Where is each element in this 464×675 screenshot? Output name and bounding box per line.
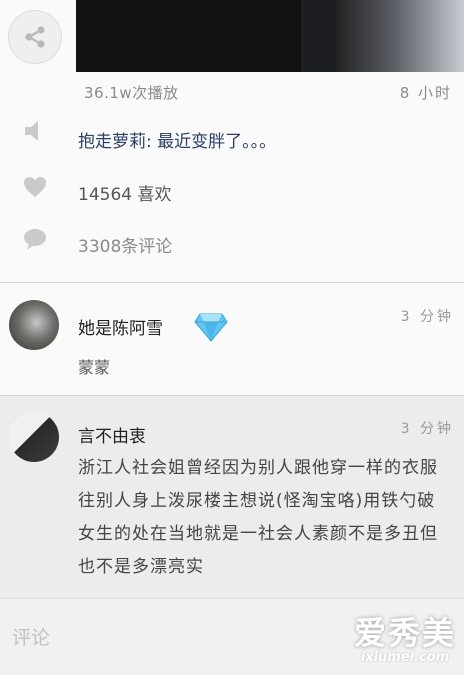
comment-input[interactable] bbox=[10, 619, 314, 657]
watermark-url: ixiumei.com bbox=[360, 650, 450, 665]
likes-count[interactable]: 14564 喜欢 bbox=[78, 180, 171, 205]
comment-time: 3 分钟 bbox=[400, 421, 454, 437]
avatar[interactable] bbox=[9, 300, 59, 350]
comment-bubble-icon[interactable] bbox=[22, 226, 48, 252]
post-time: 8 小时 bbox=[399, 84, 452, 102]
share-icon bbox=[25, 26, 45, 48]
comment-author[interactable]: 她是陈阿雪 bbox=[78, 314, 163, 339]
video-thumbnail[interactable] bbox=[76, 0, 464, 72]
avatar[interactable] bbox=[9, 412, 59, 462]
diamond-icon bbox=[194, 312, 228, 342]
comments-count[interactable]: 3308条评论 bbox=[78, 232, 172, 257]
heart-icon[interactable] bbox=[22, 174, 48, 200]
comment-text: 浙江人社会姐曾经因为别人跟他穿一样的衣服往别人身上泼尿楼主想说(怪淘宝咯)用铁勺… bbox=[78, 458, 438, 577]
thumbnail-highlight bbox=[336, 0, 464, 72]
play-count: 36.1w次播放 bbox=[84, 84, 179, 102]
comment-item[interactable] bbox=[0, 283, 464, 395]
comment-time: 3 分钟 bbox=[400, 309, 454, 325]
share-button[interactable] bbox=[8, 10, 62, 64]
post-title: 抱走萝莉: 最近变胖了。。。 bbox=[78, 132, 277, 152]
comment-text: 蒙蒙 bbox=[78, 358, 111, 377]
watermark-logo: 爱秀美 ixiumei.com bbox=[354, 608, 456, 665]
watermark-text: 爱秀美 bbox=[353, 614, 456, 652]
comment-author[interactable]: 言不由衷 bbox=[78, 422, 146, 447]
speaker-icon[interactable] bbox=[22, 118, 48, 144]
